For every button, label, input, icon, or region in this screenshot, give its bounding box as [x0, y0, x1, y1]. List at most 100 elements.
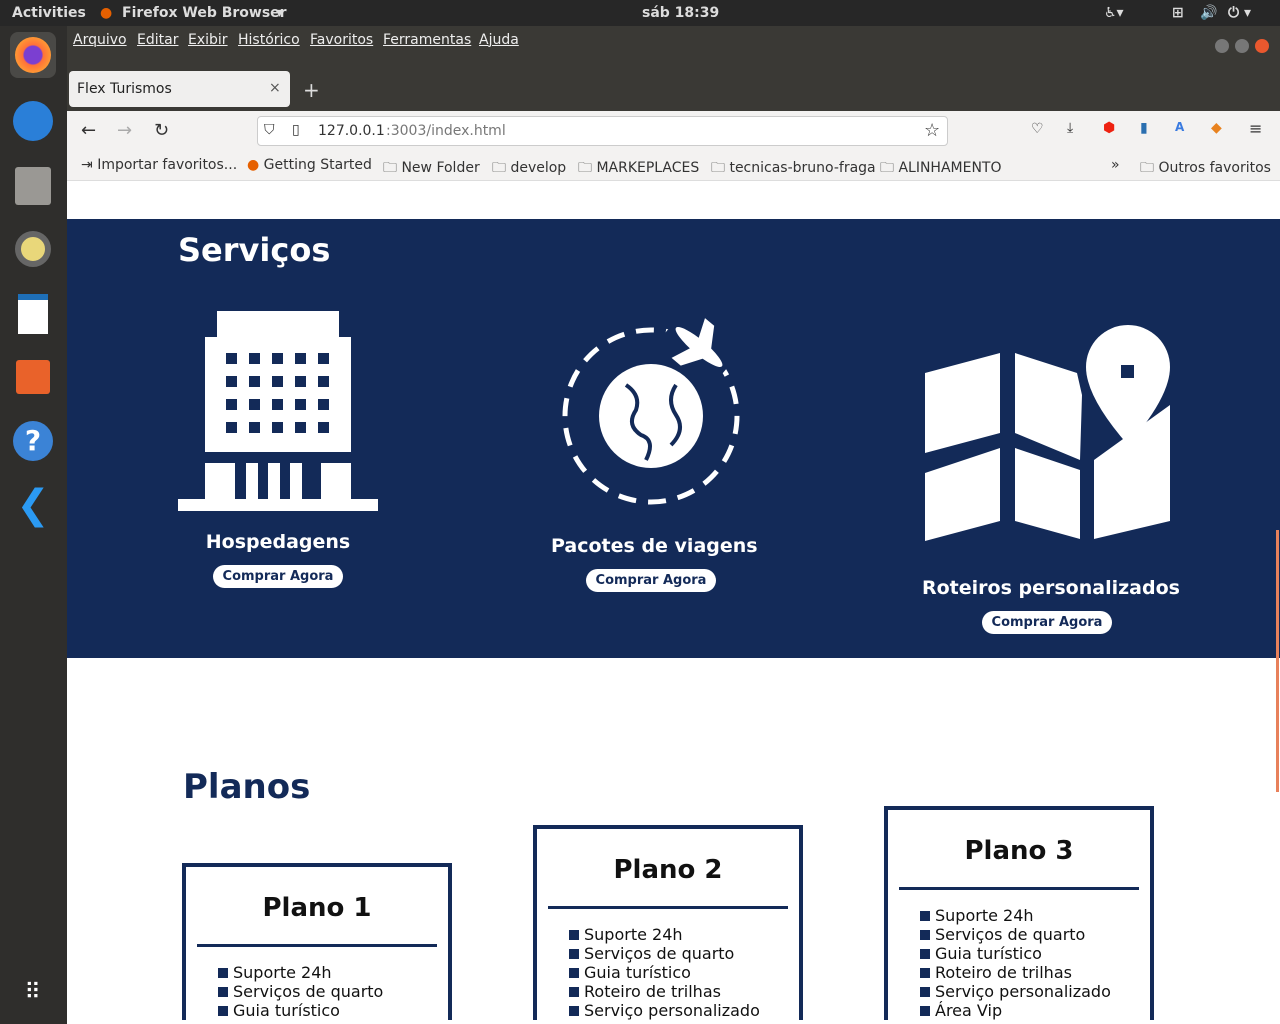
feature-item: Suporte 24h [920, 906, 1150, 925]
menu-historico[interactable]: Histórico [238, 32, 300, 48]
feature-item: Serviço personalizado [569, 1001, 799, 1020]
services-title: Serviços [178, 231, 331, 269]
url-host: 127.0.0.1 [318, 123, 385, 139]
url-bar[interactable]: ⛉ ▯ 127.0.0.1 :3003/index.html ☆ [257, 116, 948, 146]
feature-item: Suporte 24h [218, 963, 448, 982]
plan-card-1: Plano 1 Suporte 24h Serviços de quarto G… [182, 863, 452, 1020]
power-icon[interactable]: ⏻ ▾ [1228, 5, 1251, 21]
close-window-button[interactable] [1255, 39, 1269, 53]
chevron-down-icon: ▾ [276, 5, 284, 21]
tab-title: Flex Turismos [77, 81, 172, 97]
back-button[interactable]: ← [81, 120, 96, 141]
service-roteiros: Roteiros personalizados Comprar Agora [922, 325, 1180, 634]
buy-now-button[interactable]: Comprar Agora [981, 611, 1113, 634]
clock[interactable]: sáb 18:39 [642, 5, 719, 21]
thunderbird-icon[interactable] [10, 98, 56, 144]
feature-list: Suporte 24h Serviços de quarto Guia turí… [218, 963, 448, 1020]
bookmark-import[interactable]: ⇥ Importar favoritos... [81, 157, 237, 173]
service-hospedagens: Hospedagens Comprar Agora [178, 311, 378, 588]
system-top-bar: Activities ● Firefox Web Browser ▾ sáb 1… [0, 0, 1280, 26]
menu-bar: Arquivo Editar Exibir Histórico Favorito… [67, 26, 1280, 70]
globe-airplane-icon [562, 306, 742, 505]
bookmark-folder-new-folder[interactable]: 🗀 New Folder [383, 157, 480, 181]
network-icon[interactable]: ⊞ [1172, 5, 1184, 21]
translate-icon[interactable]: A [1175, 120, 1184, 134]
tab-flex-turismos[interactable]: Flex Turismos × [69, 71, 290, 107]
menu-favoritos[interactable]: Favoritos [310, 32, 373, 48]
feature-item: Serviços de quarto [218, 982, 448, 1001]
tab-strip: Flex Turismos × + [67, 70, 1280, 111]
extension-book-icon[interactable]: ▮ [1140, 120, 1148, 136]
hotel-building-icon [178, 311, 378, 511]
divider [197, 944, 437, 947]
rhythmbox-icon[interactable] [10, 226, 56, 272]
feature-item: Serviços de quarto [569, 944, 799, 963]
feature-list: Suporte 24h Serviços de quarto Guia turí… [569, 925, 799, 1020]
close-tab-icon[interactable]: × [269, 80, 281, 96]
menu-ajuda[interactable]: Ajuda [479, 32, 519, 48]
files-icon[interactable] [10, 162, 56, 208]
menu-exibir[interactable]: Exibir [188, 32, 228, 48]
plan-card-2: Plano 2 Suporte 24h Serviços de quarto G… [533, 825, 803, 1020]
feature-item: Guia turístico [218, 1001, 448, 1020]
minimize-button[interactable] [1215, 39, 1229, 53]
feature-item: Serviço personalizado [920, 982, 1150, 1001]
accessibility-icon[interactable]: ♿▾ [1104, 5, 1124, 21]
app-menu[interactable]: Firefox Web Browser [122, 5, 287, 21]
vscode-icon[interactable]: ❮ [10, 482, 56, 528]
feature-item: Serviços de quarto [920, 925, 1150, 944]
menu-editar[interactable]: Editar [137, 32, 178, 48]
help-icon[interactable]: ? [10, 418, 56, 464]
firefox-dock-icon[interactable] [10, 32, 56, 78]
new-tab-button[interactable]: + [303, 78, 320, 102]
feature-item: Roteiro de trilhas [569, 982, 799, 1001]
feature-item: Roteiro de trilhas [920, 963, 1150, 982]
forward-button[interactable]: → [117, 120, 132, 141]
divider [548, 906, 788, 909]
navigation-toolbar: ← → ↻ ⛉ ▯ 127.0.0.1 :3003/index.html ☆ ♡… [67, 111, 1280, 151]
page-scrollbar[interactable] [1276, 530, 1279, 792]
plan-name: Plano 1 [262, 893, 372, 923]
bookmarks-toolbar: ⇥ Importar favoritos... ● Getting Starte… [67, 151, 1280, 181]
metamask-icon[interactable]: ◆ [1211, 120, 1222, 136]
feature-list: Suporte 24h Serviços de quarto Guia turí… [920, 906, 1150, 1020]
bookmark-folder-alinhamento[interactable]: 🗀 ALINHAMENTO [880, 157, 1002, 181]
page-icon: ▯ [292, 122, 300, 138]
plan-name: Plano 2 [613, 855, 723, 885]
volume-icon[interactable]: 🔊 [1200, 5, 1217, 21]
writer-icon[interactable] [10, 290, 56, 336]
pocket-icon[interactable]: ♡ [1031, 121, 1044, 137]
service-name: Pacotes de viagens [551, 535, 758, 557]
service-pacotes: Pacotes de viagens Comprar Agora [551, 306, 758, 592]
buy-now-button[interactable]: Comprar Agora [212, 565, 344, 588]
feature-item: Área Vip [920, 1001, 1150, 1020]
menu-arquivo[interactable]: Arquivo [73, 32, 127, 48]
maximize-button[interactable] [1235, 39, 1249, 53]
services-section: Serviços Hospedagens Comprar Agora Pacot… [67, 219, 1280, 658]
web-page: Serviços Hospedagens Comprar Agora Pacot… [67, 181, 1280, 1024]
divider [899, 887, 1139, 890]
shield-icon: ⛉ [264, 122, 275, 138]
download-icon[interactable]: ⤓ [1067, 120, 1073, 136]
service-name: Hospedagens [205, 531, 351, 553]
bookmark-folder-tecnicas[interactable]: 🗀 tecnicas-bruno-fraga [711, 157, 876, 181]
buy-now-button[interactable]: Comprar Agora [585, 569, 717, 592]
bookmark-star-icon[interactable]: ☆ [924, 120, 940, 141]
bookmark-folder-outros[interactable]: 🗀 Outros favoritos [1140, 157, 1271, 181]
reload-button[interactable]: ↻ [154, 120, 169, 141]
url-path: :3003/index.html [386, 123, 506, 139]
firefox-icon: ● [100, 5, 113, 21]
bookmark-folder-markeplaces[interactable]: 🗀 MARKEPLACES [578, 157, 699, 181]
ublock-icon[interactable]: ⬢ [1103, 120, 1115, 136]
show-apps-grid-icon[interactable]: ⠿ [10, 970, 56, 1016]
menu-ferramentas[interactable]: Ferramentas [383, 32, 471, 48]
bookmark-getting-started[interactable]: ● Getting Started [247, 157, 372, 173]
bookmark-folder-develop[interactable]: 🗀 develop [492, 157, 566, 181]
hamburger-menu-icon[interactable]: ≡ [1249, 119, 1262, 138]
plan-card-3: Plano 3 Suporte 24h Serviços de quarto G… [884, 806, 1154, 1020]
activities-button[interactable]: Activities [12, 5, 86, 21]
plan-name: Plano 3 [964, 836, 1074, 866]
software-store-icon[interactable] [10, 354, 56, 400]
bookmarks-overflow-icon[interactable]: » [1111, 157, 1120, 173]
dock: ? ❮ ⠿ [0, 26, 67, 1024]
